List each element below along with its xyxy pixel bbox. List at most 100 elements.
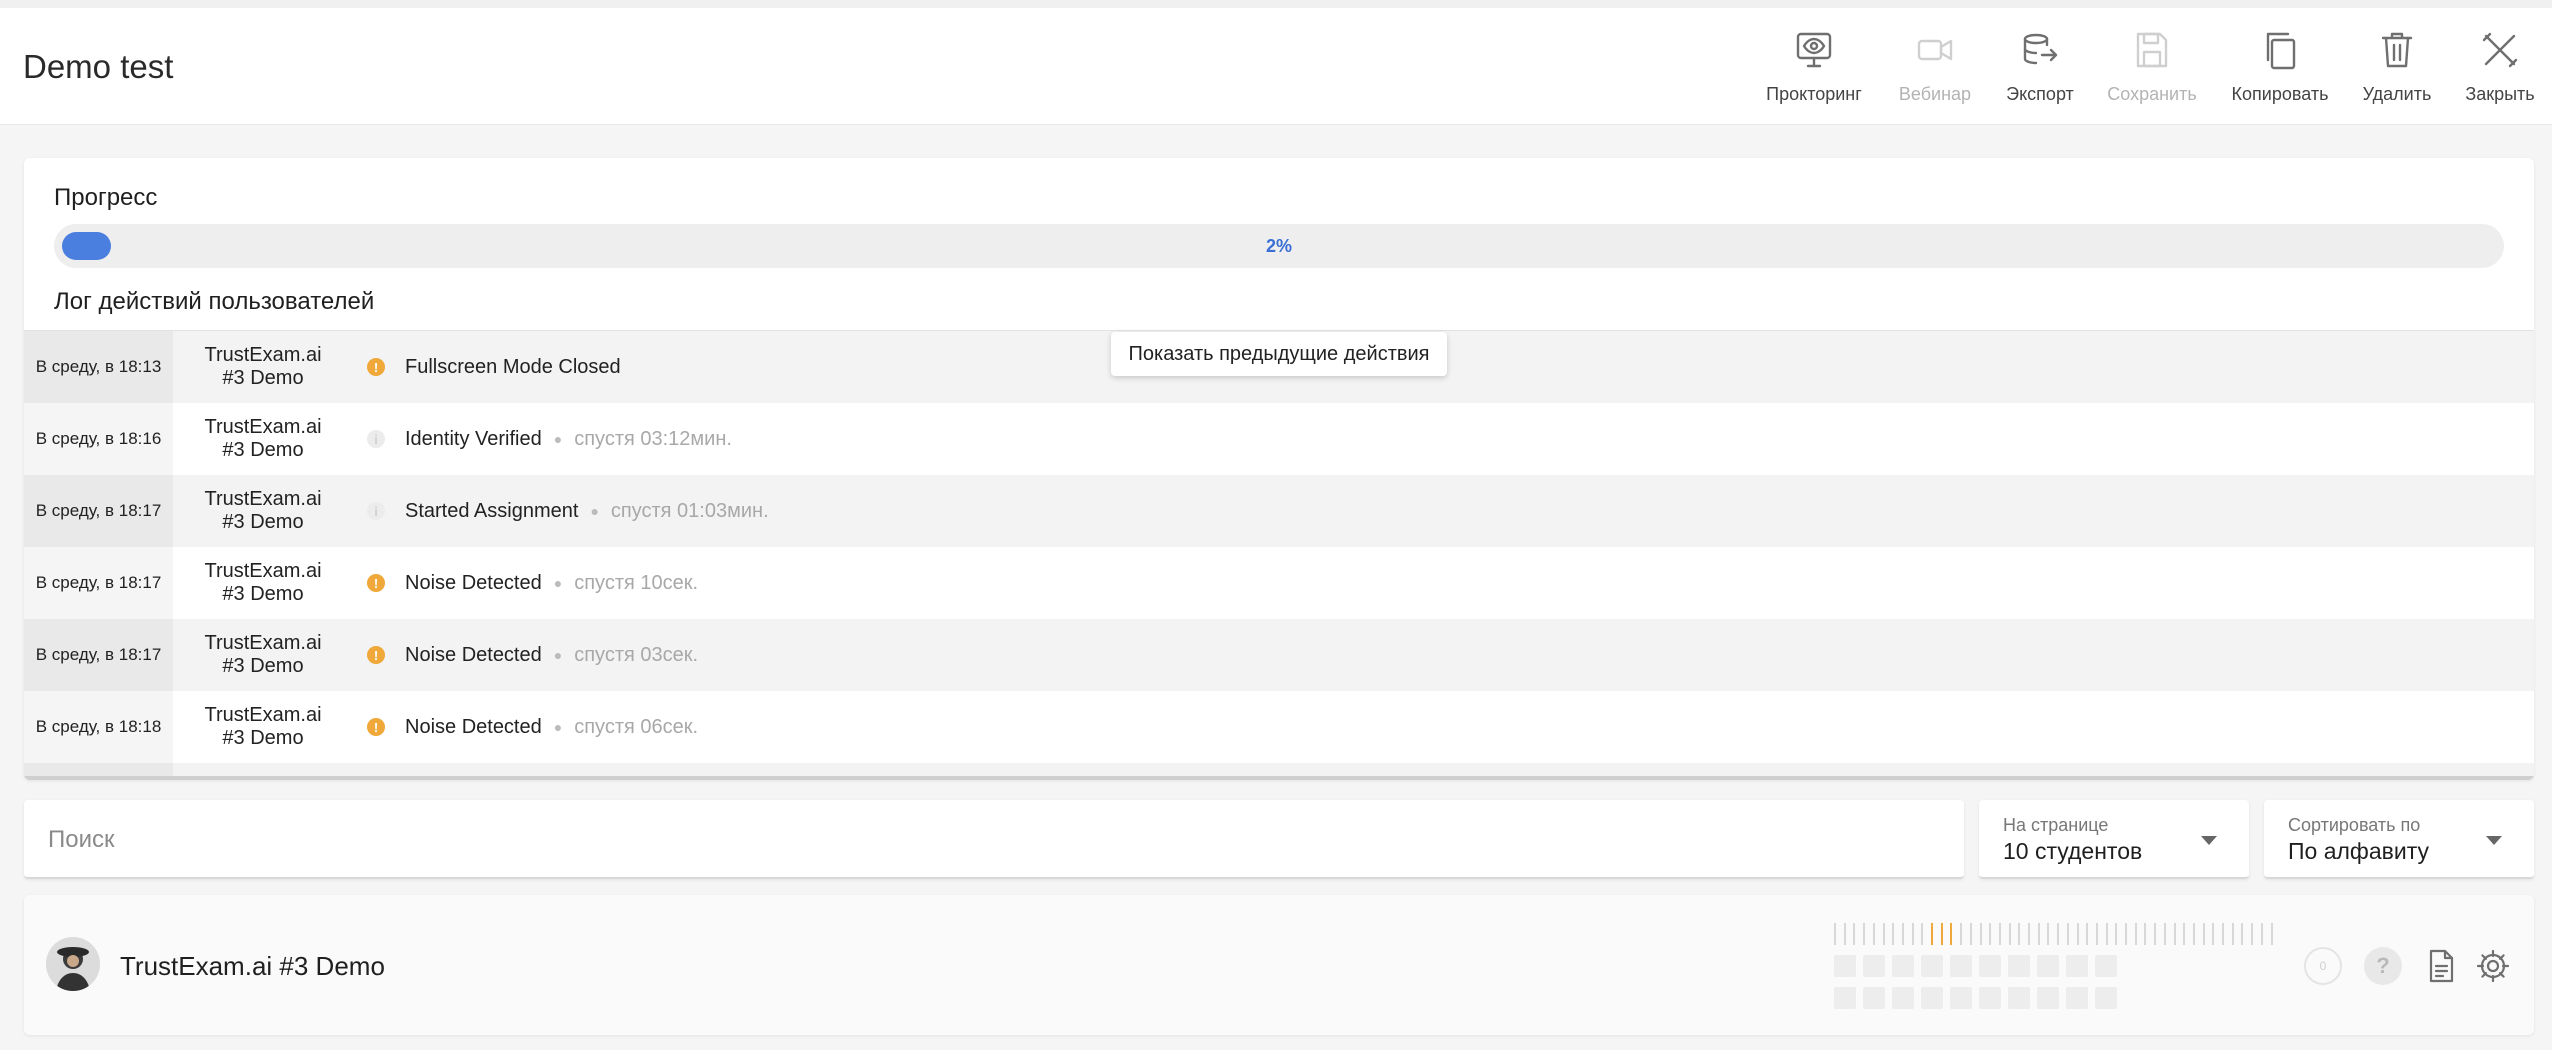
timeline-tick bbox=[1911, 923, 1914, 945]
per-page-select[interactable]: На странице 10 студентов bbox=[1979, 800, 2249, 879]
answer-cell bbox=[1834, 955, 1856, 977]
page-header: Demo test Прокторинг Вебинар Экспорт Сох… bbox=[0, 8, 2552, 125]
log-elapsed: спустя 03:12мин. bbox=[574, 427, 732, 450]
log-action: Started Assignment bbox=[405, 499, 579, 522]
log-action: Noise Detected bbox=[405, 715, 542, 738]
timeline-tick bbox=[2202, 923, 2205, 945]
student-name: TrustExam.ai #3 Demo bbox=[120, 951, 385, 981]
answer-cell bbox=[1979, 955, 2001, 977]
log-action: Fullscreen Mode Closed bbox=[405, 355, 621, 378]
timeline-tick bbox=[2115, 923, 2118, 945]
warning-icon: ! bbox=[367, 574, 385, 592]
log-user: TrustExam.ai #3 Demo bbox=[204, 632, 322, 677]
save-button[interactable]: Сохранить bbox=[2104, 28, 2200, 118]
timeline-tick bbox=[1901, 923, 1904, 945]
export-label: Экспорт bbox=[2006, 84, 2074, 104]
log-elapsed: спустя 01:03мин. bbox=[610, 499, 769, 522]
log-time: В среду, в 18:17 bbox=[24, 547, 173, 619]
sort-value: По алфавиту bbox=[2288, 838, 2429, 864]
log-row: В среду, в 18:18 TrustExam.ai #3 Demo ! N… bbox=[24, 691, 2534, 763]
export-button[interactable]: Экспорт bbox=[2000, 28, 2080, 118]
close-tools-icon bbox=[2482, 32, 2518, 68]
warning-icon: ! bbox=[367, 358, 385, 376]
log-user: TrustExam.ai #3 Demo bbox=[204, 560, 322, 605]
log-row: В среду, в 18:17 TrustExam.ai #3 Demo i S… bbox=[24, 475, 2534, 547]
gear-icon bbox=[2476, 949, 2510, 983]
info-icon: i bbox=[367, 430, 385, 448]
log-elapsed: спустя 03сек. bbox=[574, 643, 699, 666]
copy-button[interactable]: Копировать bbox=[2230, 28, 2330, 118]
timeline-tick bbox=[2057, 923, 2060, 945]
timeline-tick bbox=[2066, 923, 2069, 945]
timeline-tick bbox=[2037, 923, 2040, 945]
timeline-tick bbox=[2251, 923, 2254, 945]
webinar-button[interactable]: Вебинар bbox=[1890, 28, 1980, 118]
log-user: TrustExam.ai #3 Demo bbox=[204, 704, 322, 749]
timeline-tick bbox=[1882, 923, 1885, 945]
horizontal-scrollbar[interactable] bbox=[24, 776, 2534, 780]
student-card[interactable]: TrustExam.ai #3 Demo 0 ? bbox=[24, 895, 2534, 1035]
answer-cell bbox=[2066, 955, 2088, 977]
answer-cell bbox=[2095, 987, 2117, 1009]
answer-cell bbox=[2008, 987, 2030, 1009]
help-icon[interactable]: ? bbox=[2364, 947, 2402, 985]
timeline-tick bbox=[1863, 923, 1866, 945]
answer-cell bbox=[2066, 987, 2088, 1009]
progress-percent: 2% bbox=[1265, 236, 1292, 256]
answer-cell bbox=[2095, 955, 2117, 977]
timeline-tick bbox=[2047, 923, 2050, 945]
answer-cell bbox=[1950, 987, 1972, 1009]
avatar bbox=[46, 937, 100, 991]
timeline-tick bbox=[2105, 923, 2108, 945]
top-strip bbox=[0, 0, 2552, 8]
log-row: В среду, в 18:16 TrustExam.ai #3 Demo i I… bbox=[24, 403, 2534, 475]
timeline-tick bbox=[1950, 923, 1953, 945]
sort-select[interactable]: Сортировать по По алфавиту bbox=[2264, 800, 2534, 879]
activity-log[interactable]: В среду, в 18:13 TrustExam.ai #3 Demo ! F… bbox=[24, 330, 2534, 780]
warning-icon: ! bbox=[367, 718, 385, 736]
save-label: Сохранить bbox=[2107, 84, 2197, 104]
delete-button[interactable]: Удалить bbox=[2360, 28, 2434, 118]
proctoring-button[interactable]: Прокторинг bbox=[1766, 28, 1862, 118]
copy-label: Копировать bbox=[2231, 84, 2329, 104]
answer-cell bbox=[1921, 987, 1943, 1009]
timeline-tick bbox=[2183, 923, 2186, 945]
answer-cell bbox=[2037, 987, 2059, 1009]
timeline-tick bbox=[2076, 923, 2079, 945]
timeline-tick bbox=[2154, 923, 2157, 945]
chevron-down-icon bbox=[2201, 836, 2217, 845]
log-elapsed: спустя 10сек. bbox=[574, 571, 699, 594]
answer-cell bbox=[1892, 955, 1914, 977]
settings-button[interactable] bbox=[2474, 947, 2512, 985]
log-row: В среду, в 18:17 TrustExam.ai #3 Demo ! N… bbox=[24, 547, 2534, 619]
per-page-caption: На странице bbox=[2003, 815, 2109, 835]
per-page-value: 10 студентов bbox=[2003, 838, 2143, 864]
separator-dot: ● bbox=[553, 575, 563, 591]
timeline-tick bbox=[2144, 923, 2147, 945]
show-previous-actions-button[interactable]: Показать предыдущие действия bbox=[1111, 332, 1447, 376]
timeline-tick bbox=[1843, 923, 1846, 945]
timeline-tick bbox=[2028, 923, 2030, 945]
copy-icon bbox=[2266, 32, 2296, 70]
log-user: TrustExam.ai #3 Demo bbox=[204, 488, 322, 533]
log-time: В среду, в 18:16 bbox=[24, 403, 173, 475]
timeline-tick bbox=[1998, 923, 2001, 945]
info-icon: i bbox=[367, 502, 385, 520]
proctoring-label: Прокторинг bbox=[1766, 84, 1862, 104]
search-input[interactable] bbox=[48, 820, 1928, 860]
timeline-tick bbox=[2095, 923, 2098, 945]
log-action: Noise Detected bbox=[405, 571, 542, 594]
progress-card: Прогресс 2% Лог действий пользователей В… bbox=[24, 158, 2534, 780]
log-time: В среду, в 18:13 bbox=[24, 331, 173, 403]
log-row: В среду, в 18:17 TrustExam.ai #3 Demo ! N… bbox=[24, 619, 2534, 691]
separator-dot: ● bbox=[553, 647, 563, 663]
close-button[interactable]: Закрыть bbox=[2460, 28, 2540, 118]
report-button[interactable] bbox=[2422, 947, 2460, 985]
floppy-disk-icon bbox=[2136, 32, 2168, 68]
answer-cell bbox=[1979, 987, 2001, 1009]
timeline-tick bbox=[2241, 923, 2244, 945]
timeline-tick bbox=[2173, 923, 2176, 945]
search-box bbox=[24, 800, 1964, 879]
answer-cell bbox=[1950, 955, 1972, 977]
separator-dot: ● bbox=[553, 719, 563, 735]
